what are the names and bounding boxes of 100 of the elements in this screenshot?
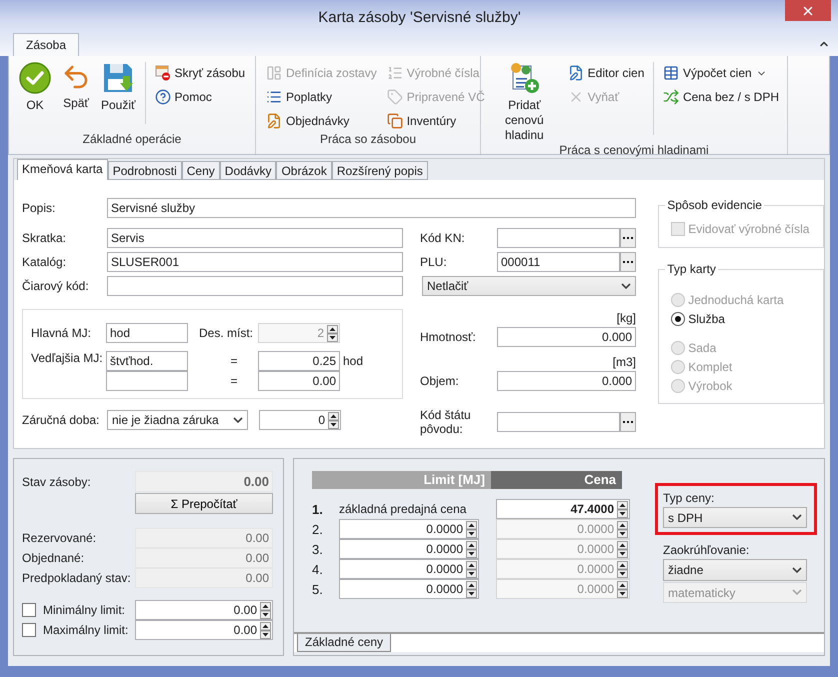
- input-field[interactable]: Servis: [107, 228, 403, 248]
- close-button[interactable]: [785, 0, 831, 21]
- limit-spinner[interactable]: 0.00: [135, 620, 273, 640]
- browse-button[interactable]: [620, 228, 636, 248]
- window-minus-icon: [154, 65, 171, 81]
- numbered-list-icon: [386, 65, 403, 81]
- checkbox-option[interactable]: Maximálny limit:: [22, 623, 135, 637]
- input-field[interactable]: 0.25: [258, 351, 340, 371]
- ribbon-button[interactable]: Pomoc: [152, 86, 248, 108]
- spin-arrows-icon[interactable]: [328, 412, 339, 428]
- print-option-dropdown[interactable]: Netlačiť: [422, 276, 636, 296]
- field-label: Vedľajšia MJ:: [31, 351, 104, 365]
- limit-spinner[interactable]: 0.00: [135, 600, 273, 620]
- field-label: Popis:: [22, 201, 56, 215]
- price-type-dropdown[interactable]: s DPH: [663, 507, 807, 528]
- browse-button[interactable]: [620, 412, 636, 432]
- ribbon-button[interactable]: Objednávky: [264, 110, 379, 132]
- ribbon-button[interactable]: Späť: [57, 62, 95, 132]
- input-field[interactable]: Servisné služby: [107, 198, 636, 218]
- chevron-down-icon: [792, 566, 802, 574]
- spin-arrows-icon[interactable]: [466, 560, 477, 578]
- field-label: Čiarový kód:: [22, 279, 90, 293]
- tab[interactable]: Rozšírený popis: [332, 161, 428, 180]
- tab[interactable]: Obrázok: [276, 161, 332, 180]
- ellipsis-icon: [623, 236, 633, 240]
- help-icon: [154, 89, 171, 105]
- tab[interactable]: Podrobnosti: [108, 161, 182, 180]
- input-field[interactable]: 0.000: [497, 327, 636, 347]
- spin-arrows-icon[interactable]: [617, 500, 628, 518]
- row-number: 5.: [311, 582, 324, 596]
- input-field[interactable]: 0.00: [258, 371, 340, 391]
- row-number: 2.: [311, 522, 324, 536]
- ribbon-button[interactable]: Výpočet cien: [660, 62, 781, 84]
- rounding-dropdown[interactable]: žiadne: [663, 559, 807, 581]
- field-label: Rezervované:: [22, 531, 98, 545]
- field-label: Objednané:: [22, 551, 86, 565]
- warranty-spinner[interactable]: 0: [259, 410, 341, 430]
- input-field[interactable]: 0.000: [497, 371, 636, 391]
- spin-arrows-icon[interactable]: [260, 622, 271, 638]
- input-field[interactable]: štvťhod.: [106, 351, 188, 371]
- chevron-down-icon: [792, 514, 802, 521]
- ribbon-button[interactable]: Inventúry: [384, 110, 487, 132]
- window-title: Karta zásoby 'Servisné služby': [317, 9, 522, 26]
- stock-field[interactable]: 0.00: [135, 471, 273, 492]
- readonly-field[interactable]: 0.00: [135, 568, 273, 588]
- input-field[interactable]: [106, 371, 188, 391]
- browse-button[interactable]: [620, 252, 636, 272]
- ribbon-button[interactable]: Cena bez / s DPH: [660, 86, 781, 108]
- input-field[interactable]: SLUSER001: [107, 252, 403, 272]
- price-spinner[interactable]: 47.4000: [496, 499, 630, 519]
- limit-spinner[interactable]: 0.0000: [339, 579, 479, 599]
- ribbon-button[interactable]: Poplatky: [264, 86, 379, 108]
- field-label: Predpokladaný stav:: [22, 571, 132, 585]
- tab[interactable]: Dodávky: [220, 161, 276, 180]
- limit-spinner[interactable]: 0.0000: [339, 519, 479, 539]
- group-title: Spôsob evidencie: [666, 198, 763, 212]
- price-level-name: základná predajná cena: [339, 502, 468, 516]
- field-label: Kód štátu pôvodu:: [420, 408, 472, 436]
- spin-arrows-icon[interactable]: [466, 540, 477, 558]
- checkbox-option[interactable]: Minimálny limit:: [22, 603, 135, 617]
- radio-option[interactable]: Služba: [671, 309, 815, 328]
- input-field[interactable]: [497, 228, 620, 248]
- spin-arrows-icon[interactable]: [260, 602, 271, 618]
- input-field[interactable]: [107, 276, 403, 296]
- ribbon-button[interactable]: Editor cien: [566, 62, 646, 84]
- tab[interactable]: Základné ceny: [297, 634, 392, 652]
- recalculate-button[interactable]: Σ Prepočítať: [135, 493, 273, 514]
- ribbon-button[interactable]: Použiť: [97, 62, 140, 132]
- field-label: Zaokrúhľovanie:: [663, 543, 750, 557]
- field-label: Záručná doba:: [22, 413, 100, 427]
- shuffle-icon: [662, 89, 679, 105]
- spin-arrows-icon[interactable]: [466, 580, 477, 598]
- input-field[interactable]: 000011: [497, 252, 620, 272]
- readonly-field[interactable]: 0.00: [135, 548, 273, 568]
- limit-spinner[interactable]: 0.0000: [339, 559, 479, 579]
- ellipsis-icon: [623, 420, 633, 424]
- field-label: Des. míst:: [198, 326, 254, 340]
- ribbon-tab[interactable]: Zásoba: [13, 33, 80, 56]
- row-number: 3.: [311, 542, 324, 556]
- tab[interactable]: Ceny: [182, 161, 220, 180]
- column-header: Cena: [491, 471, 622, 489]
- input-field[interactable]: hod: [106, 323, 188, 343]
- field-label: Kód KN:: [420, 231, 466, 245]
- ribbon-button[interactable]: Pridať cenovú hladinu: [487, 62, 562, 143]
- table-icon: [662, 65, 679, 81]
- equals-sign: =: [229, 374, 238, 388]
- field-label: Hmotnosť:: [420, 330, 477, 344]
- spin-arrows-icon[interactable]: [466, 520, 477, 538]
- chevron-down-icon: [792, 589, 802, 596]
- input-field[interactable]: [497, 412, 620, 432]
- ribbon-button[interactable]: Skryť zásobu: [152, 62, 248, 84]
- limit-spinner[interactable]: 0.0000: [339, 539, 479, 559]
- readonly-field[interactable]: 0.00: [135, 528, 273, 548]
- ribbon-button[interactable]: OK: [15, 62, 55, 132]
- tab[interactable]: Kmeňová karta: [17, 159, 108, 180]
- warranty-dropdown[interactable]: nie je žiadna záruka: [107, 410, 248, 430]
- field-label: Stav zásoby:: [22, 474, 92, 488]
- chevron-down-icon: [233, 416, 243, 424]
- field-label: PLU:: [420, 255, 448, 269]
- field-label: Katalóg:: [22, 255, 68, 269]
